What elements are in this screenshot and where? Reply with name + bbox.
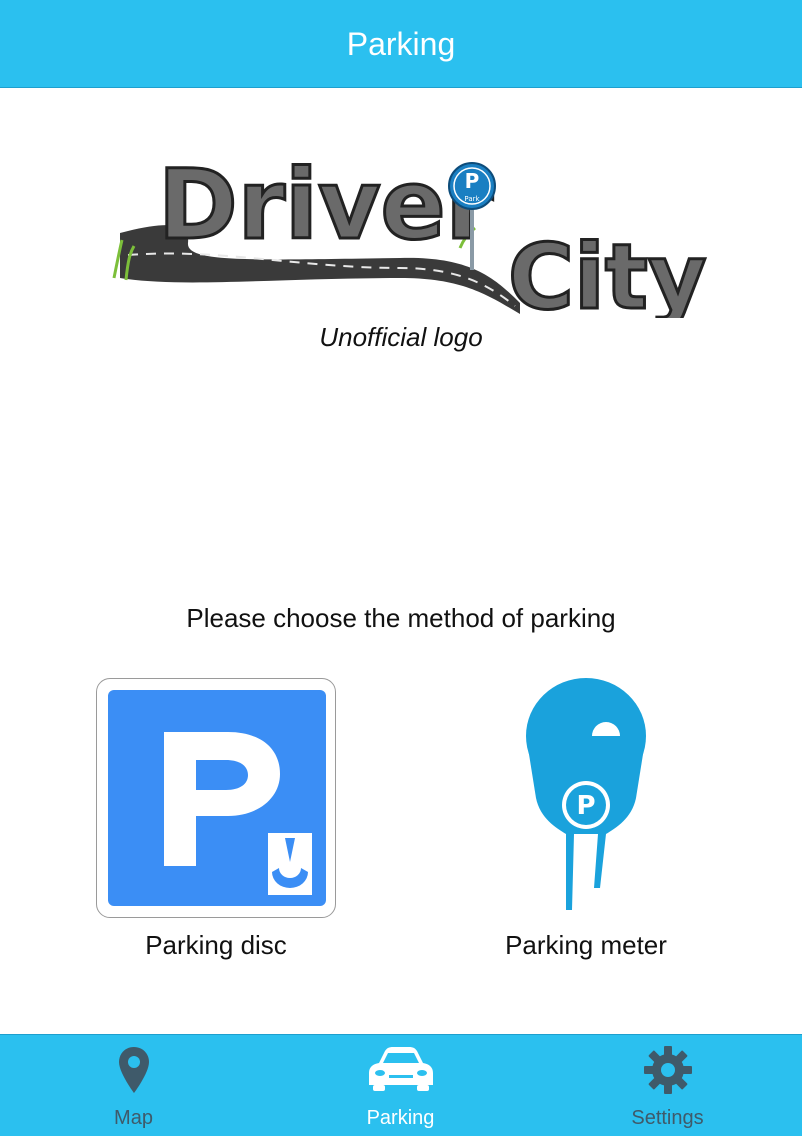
sign-text: Park — [464, 195, 480, 203]
driver-city-logo: Driver City P Park — [112, 148, 708, 318]
gear-icon — [643, 1046, 692, 1094]
tab-settings[interactable]: Settings — [534, 1035, 801, 1137]
letter-p-shape — [164, 732, 280, 866]
parking-disc-tile[interactable] — [96, 678, 336, 918]
tab-map-label: Map — [114, 1107, 153, 1129]
map-pin-icon — [118, 1047, 149, 1093]
parking-method-prompt: Please choose the method of parking — [186, 603, 616, 633]
tab-bar: Map Parking Settings — [0, 1034, 802, 1136]
sign-letter: P — [465, 169, 480, 193]
main-content: Driver City P Park Unofficial logo Pleas… — [0, 88, 802, 1034]
parking-meter-label: Parking meter — [505, 930, 667, 960]
parking-meter-icon[interactable]: P — [466, 678, 706, 918]
tab-parking-label: Parking — [366, 1107, 435, 1129]
meter-pole — [566, 834, 606, 910]
page-title: Parking — [346, 26, 456, 62]
parking-disc-option[interactable]: Parking disc — [96, 678, 336, 968]
tab-map[interactable]: Map — [0, 1035, 267, 1137]
car-icon — [368, 1047, 433, 1091]
sign-pole — [470, 208, 474, 270]
tab-settings-label: Settings — [631, 1107, 704, 1129]
parking-meter-option[interactable]: P Parking meter — [466, 678, 706, 968]
parking-disc-label: Parking disc — [145, 930, 287, 960]
header-bar: Parking — [0, 0, 802, 88]
meter-letter-p: P — [576, 791, 595, 821]
tab-parking[interactable]: Parking — [267, 1035, 534, 1137]
logo-caption: Unofficial logo — [319, 322, 483, 352]
logo-word-city: City — [508, 225, 707, 318]
logo-word-driver: Driver — [158, 149, 494, 261]
parking-disc-icon — [108, 690, 326, 906]
